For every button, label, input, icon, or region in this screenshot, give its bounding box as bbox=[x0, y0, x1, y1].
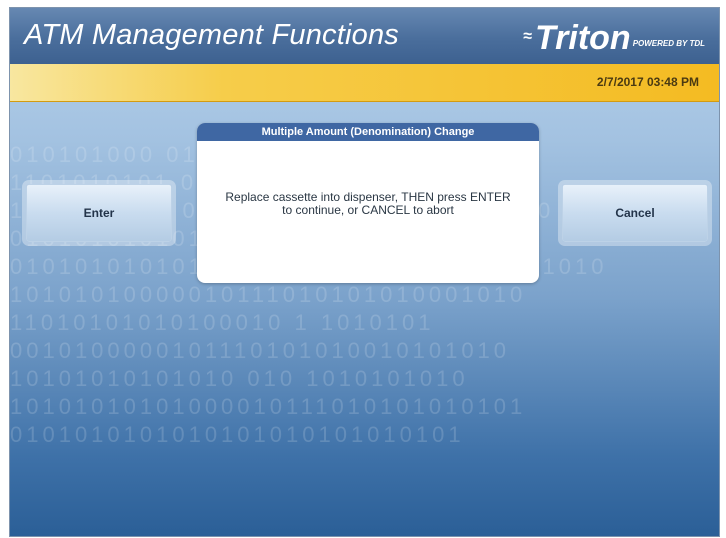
brand-tagline: POWERED BY TDL bbox=[632, 39, 705, 48]
brand-name: Triton bbox=[534, 19, 631, 57]
dialog-title: Multiple Amount (Denomination) Change bbox=[197, 123, 539, 141]
dialog-message-line-2: to continue, or CANCEL to abort bbox=[282, 203, 454, 217]
atm-screen: ATM Management Functions ≈ Triton POWERE… bbox=[9, 7, 720, 537]
datetime-display: 2/7/2017 03:48 PM bbox=[596, 75, 699, 89]
status-bar: 2/7/2017 03:48 PM bbox=[10, 64, 719, 102]
cancel-button[interactable]: Cancel bbox=[562, 184, 708, 242]
app-title: ATM Management Functions bbox=[24, 19, 399, 51]
brand-logo: ≈ Triton POWERED BY TDL bbox=[523, 18, 705, 56]
triton-logo-icon: ≈ bbox=[523, 28, 532, 45]
dialog-message: Replace cassette into dispenser, THEN pr… bbox=[197, 191, 539, 217]
message-dialog: Multiple Amount (Denomination) Change Re… bbox=[197, 123, 539, 283]
header-bar: ATM Management Functions ≈ Triton POWERE… bbox=[10, 8, 719, 64]
enter-button[interactable]: Enter bbox=[26, 184, 172, 242]
